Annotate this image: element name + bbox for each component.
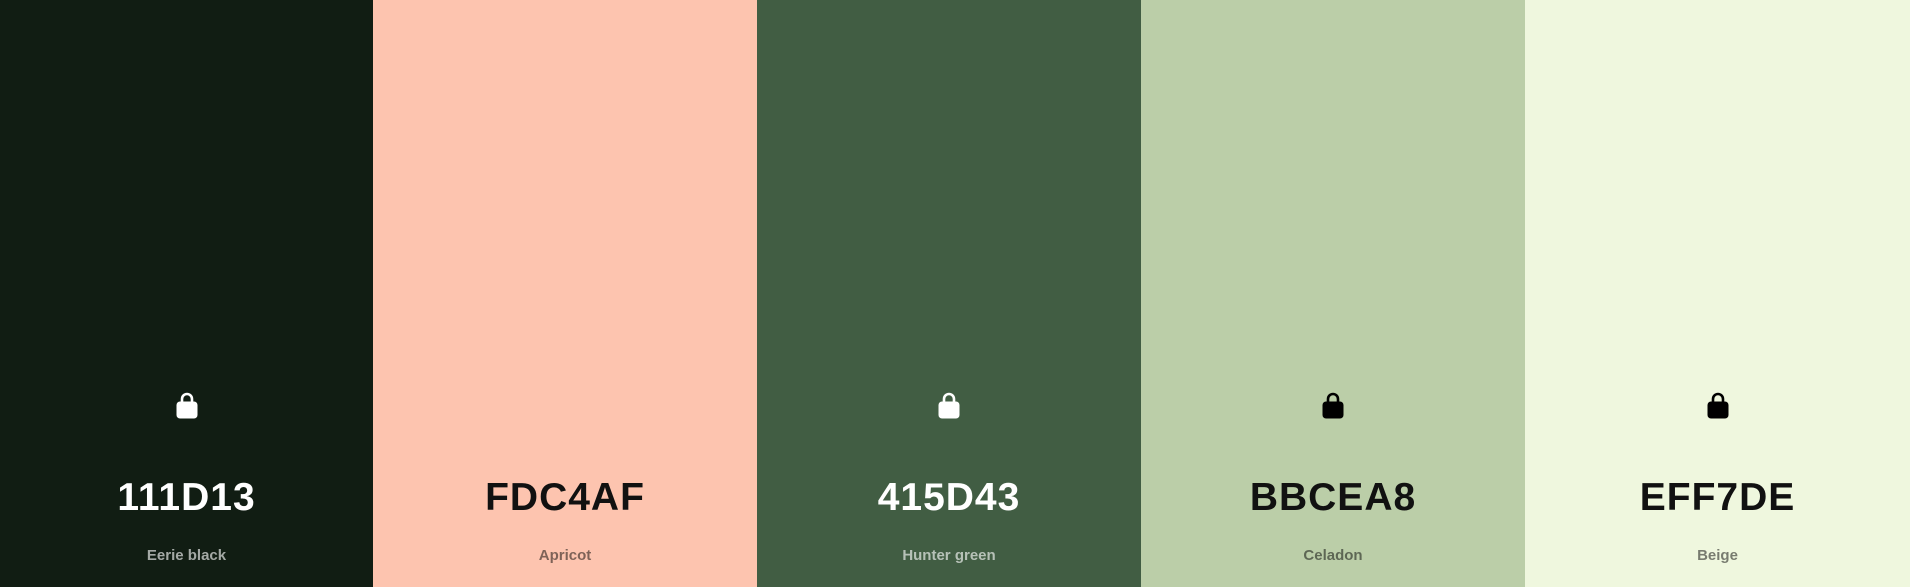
color-name: Apricot — [538, 547, 592, 564]
color-palette: 111D13 Eerie black FDC4AF Apricot 415D43… — [0, 0, 1910, 587]
swatch-celadon[interactable]: BBCEA8 Celadon — [1141, 0, 1525, 587]
swatch-hunter-green[interactable]: 415D43 Hunter green — [757, 0, 1141, 587]
lock-icon[interactable] — [936, 390, 962, 420]
hex-code[interactable]: BBCEA8 — [1141, 472, 1525, 524]
hex-code[interactable]: FDC4AF — [373, 472, 757, 524]
color-name: Eerie black — [146, 547, 227, 564]
swatch-eerie-black[interactable]: 111D13 Eerie black — [0, 0, 373, 587]
lock-icon[interactable] — [174, 390, 200, 420]
lock-icon[interactable] — [1705, 390, 1731, 420]
hex-code[interactable]: 415D43 — [757, 472, 1141, 524]
hex-code[interactable]: 111D13 — [0, 472, 373, 524]
color-name: Hunter green — [902, 547, 996, 564]
swatch-apricot[interactable]: FDC4AF Apricot — [373, 0, 757, 587]
lock-icon[interactable] — [1320, 390, 1346, 420]
color-name: Celadon — [1303, 547, 1363, 564]
color-name: Beige — [1697, 547, 1738, 564]
swatch-beige[interactable]: EFF7DE Beige — [1525, 0, 1910, 587]
hex-code[interactable]: EFF7DE — [1525, 472, 1910, 524]
